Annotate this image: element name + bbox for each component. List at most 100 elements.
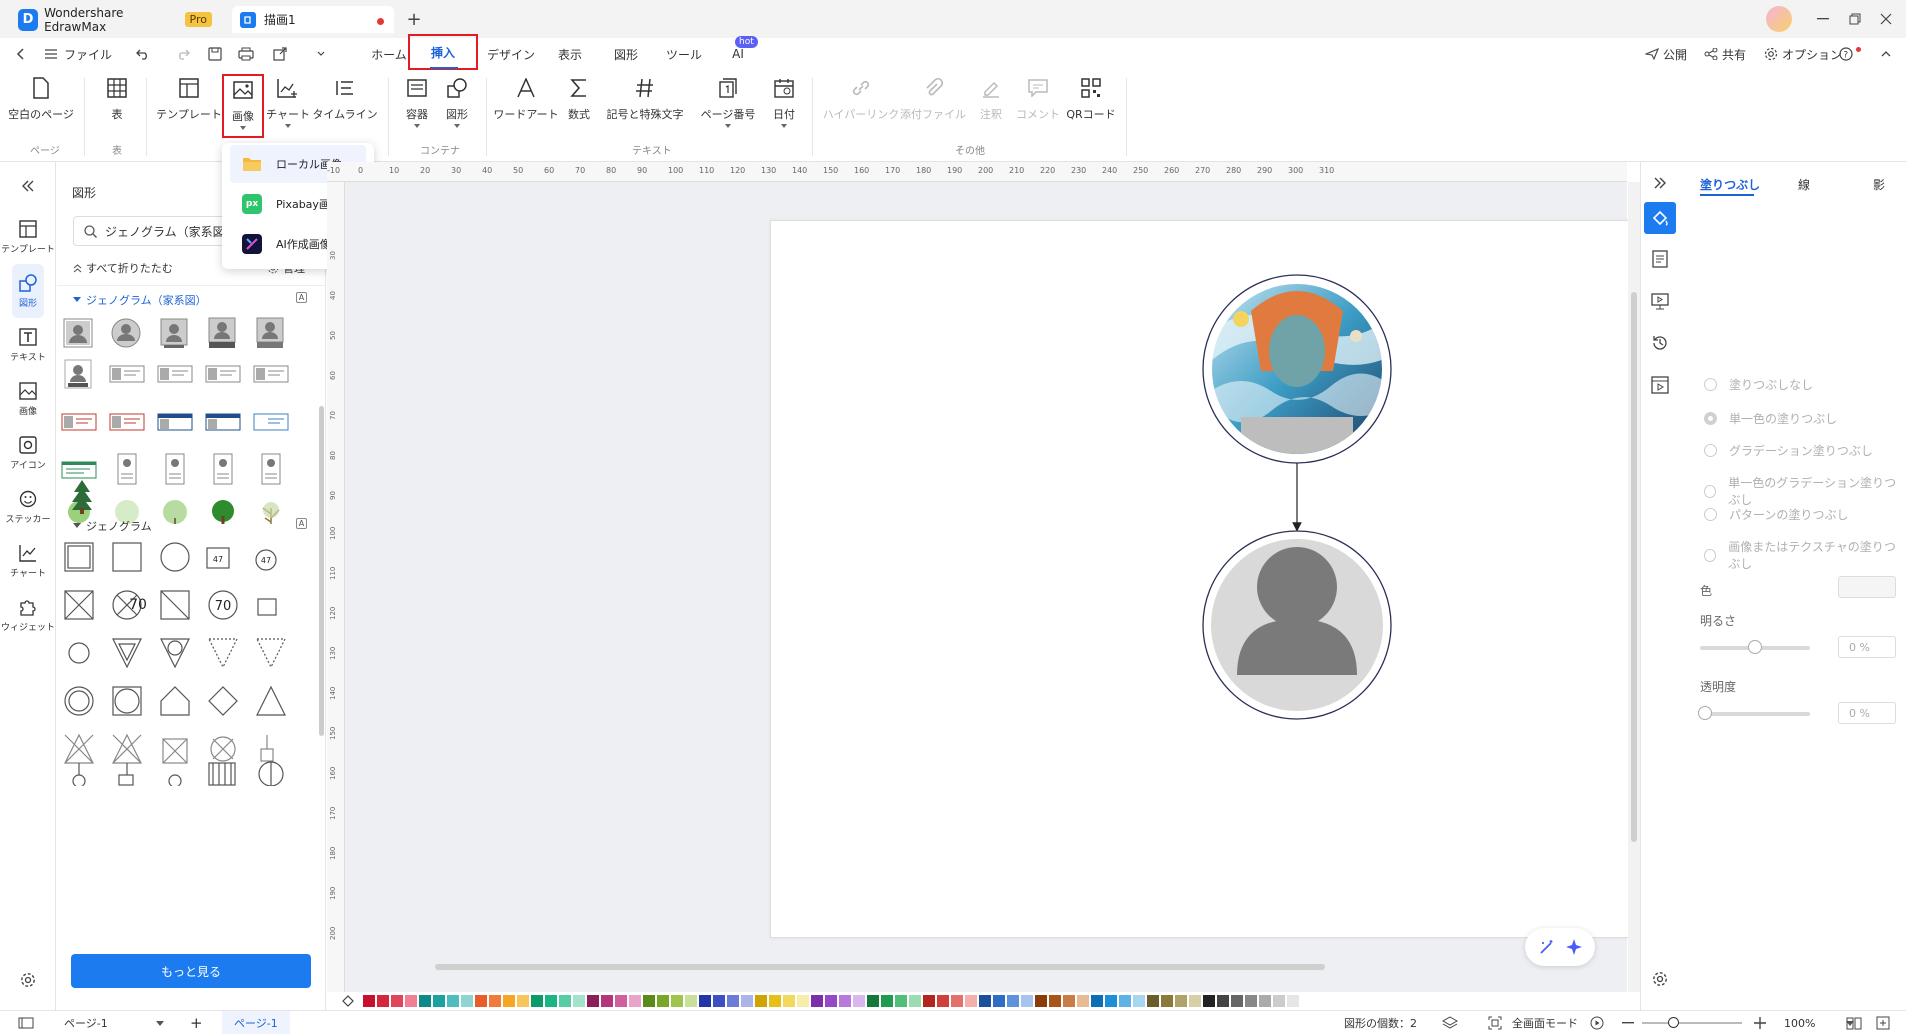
panel-scrollbar[interactable] bbox=[319, 406, 324, 736]
color-swatch[interactable] bbox=[559, 995, 571, 1007]
color-swatch[interactable] bbox=[503, 995, 515, 1007]
fill-option-pattern[interactable]: パターンの塗りつぶし bbox=[1704, 506, 1849, 523]
tab-home[interactable]: ホーム bbox=[367, 38, 411, 70]
date-button[interactable]: 日付 bbox=[766, 76, 802, 134]
fullscreen-mode[interactable]: 全画面モード bbox=[1512, 1011, 1578, 1034]
category-genogram-family[interactable]: ジェノグラム（家系図） bbox=[73, 292, 207, 308]
hyperlink-button[interactable]: ハイパーリンク bbox=[823, 76, 899, 134]
color-swatch[interactable] bbox=[447, 995, 459, 1007]
color-swatch[interactable] bbox=[419, 995, 431, 1007]
chart-button[interactable]: チャート bbox=[266, 76, 310, 134]
color-swatch[interactable] bbox=[1245, 995, 1257, 1007]
app-tab[interactable]: D Wondershare EdrawMax Pro bbox=[10, 6, 220, 34]
collapse-all-button[interactable]: すべて折りたたむ bbox=[73, 260, 173, 276]
zoom-slider[interactable] bbox=[1642, 1022, 1742, 1024]
minimize-icon[interactable] bbox=[1811, 8, 1835, 30]
export-icon[interactable] bbox=[270, 38, 290, 70]
formula-button[interactable]: 数式 bbox=[564, 76, 594, 134]
color-swatch[interactable] bbox=[1147, 995, 1159, 1007]
document-properties-icon[interactable] bbox=[1651, 250, 1669, 268]
sparkle-ai-icon[interactable] bbox=[1565, 938, 1583, 956]
color-swatch[interactable] bbox=[741, 995, 753, 1007]
color-swatch[interactable] bbox=[1175, 995, 1187, 1007]
color-swatch[interactable] bbox=[909, 995, 921, 1007]
back-icon[interactable] bbox=[12, 38, 28, 70]
color-swatch[interactable] bbox=[1189, 995, 1201, 1007]
color-swatch[interactable] bbox=[881, 995, 893, 1007]
document-tab[interactable]: 描画1 bbox=[232, 6, 394, 33]
sidebar-item-shapes[interactable]: 図形 bbox=[0, 264, 56, 318]
color-swatch[interactable] bbox=[1259, 995, 1271, 1007]
color-swatch[interactable] bbox=[1231, 995, 1243, 1007]
tab-shape[interactable]: 図形 bbox=[604, 38, 648, 70]
color-swatch[interactable] bbox=[1105, 995, 1117, 1007]
book-view-icon[interactable] bbox=[1846, 1011, 1862, 1034]
template-button[interactable]: テンプレート bbox=[156, 76, 222, 134]
note-button[interactable]: 注釈 bbox=[978, 76, 1004, 134]
settings-gear-icon[interactable] bbox=[18, 970, 38, 990]
color-swatch[interactable] bbox=[573, 995, 585, 1007]
shape-button[interactable]: 図形 bbox=[440, 76, 474, 134]
settings-gear-icon[interactable] bbox=[1651, 970, 1669, 988]
color-swatch[interactable] bbox=[937, 995, 949, 1007]
sidebar-item-sticker[interactable]: ステッカー bbox=[0, 480, 56, 534]
page-layout-icon[interactable] bbox=[18, 1011, 34, 1034]
category-genogram[interactable]: ジェノグラム bbox=[73, 518, 152, 534]
more-button[interactable]: もっと見る bbox=[71, 954, 311, 988]
restore-icon[interactable] bbox=[1843, 8, 1867, 30]
help-icon[interactable]: ? bbox=[1836, 38, 1856, 70]
color-swatch[interactable] bbox=[545, 995, 557, 1007]
print-icon[interactable] bbox=[236, 38, 256, 70]
transparency-slider[interactable] bbox=[1700, 712, 1810, 716]
color-swatch[interactable] bbox=[853, 995, 865, 1007]
options-button[interactable]: オプション bbox=[1764, 38, 1842, 70]
zoom-out-icon[interactable] bbox=[1622, 1011, 1634, 1034]
slider-handle[interactable] bbox=[1748, 640, 1762, 654]
color-swatch[interactable] bbox=[867, 995, 879, 1007]
color-swatch[interactable] bbox=[643, 995, 655, 1007]
blank-page-button[interactable]: 空白のページ bbox=[8, 76, 74, 134]
color-swatch[interactable] bbox=[377, 995, 389, 1007]
layers-icon[interactable] bbox=[1442, 1011, 1458, 1034]
collapse-ribbon-icon[interactable] bbox=[1878, 38, 1894, 70]
tab-fill[interactable]: 塗りつぶし bbox=[1700, 176, 1760, 193]
brightness-input[interactable]: 0 % bbox=[1838, 636, 1896, 658]
fill-bucket-icon[interactable] bbox=[339, 993, 357, 1009]
page-tab[interactable]: ページ-1 bbox=[222, 1011, 290, 1034]
color-swatch[interactable] bbox=[531, 995, 543, 1007]
zoom-in-icon[interactable] bbox=[1754, 1011, 1766, 1034]
sidebar-item-widget[interactable]: ウィジェット bbox=[0, 588, 56, 642]
color-swatch[interactable] bbox=[601, 995, 613, 1007]
collapse-panel-icon[interactable] bbox=[18, 176, 38, 196]
color-swatch[interactable] bbox=[783, 995, 795, 1007]
color-picker[interactable] bbox=[1838, 576, 1896, 598]
color-swatch[interactable] bbox=[797, 995, 809, 1007]
color-swatch[interactable] bbox=[895, 995, 907, 1007]
fill-bucket-icon[interactable] bbox=[1644, 202, 1676, 234]
color-swatch[interactable] bbox=[1007, 995, 1019, 1007]
fill-option-single-gradient[interactable]: 単一色のグラデーション塗りつぶし bbox=[1704, 474, 1906, 508]
page-number-button[interactable]: ページ番号 bbox=[700, 76, 756, 134]
color-swatch[interactable] bbox=[587, 995, 599, 1007]
color-swatch[interactable] bbox=[1063, 995, 1075, 1007]
sidebar-item-icon[interactable]: アイコン bbox=[0, 426, 56, 480]
color-swatch[interactable] bbox=[1091, 995, 1103, 1007]
zoom-slider-handle[interactable] bbox=[1668, 1017, 1679, 1028]
tab-view[interactable]: 表示 bbox=[548, 38, 592, 70]
color-swatch[interactable] bbox=[727, 995, 739, 1007]
color-swatch[interactable] bbox=[461, 995, 473, 1007]
color-swatch[interactable] bbox=[517, 995, 529, 1007]
slider-handle[interactable] bbox=[1698, 706, 1712, 720]
save-icon[interactable] bbox=[205, 38, 225, 70]
history-icon[interactable] bbox=[1651, 334, 1669, 352]
color-swatch[interactable] bbox=[713, 995, 725, 1007]
avatar[interactable] bbox=[1766, 6, 1792, 32]
horizontal-scrollbar[interactable] bbox=[435, 964, 1325, 970]
color-swatch[interactable] bbox=[685, 995, 697, 1007]
presentation-icon[interactable] bbox=[1651, 292, 1669, 310]
publish-button[interactable]: 公開 bbox=[1645, 38, 1687, 70]
library-a-icon[interactable]: A bbox=[296, 292, 307, 303]
color-swatch[interactable] bbox=[433, 995, 445, 1007]
color-swatch[interactable] bbox=[475, 995, 487, 1007]
color-swatch[interactable] bbox=[811, 995, 823, 1007]
